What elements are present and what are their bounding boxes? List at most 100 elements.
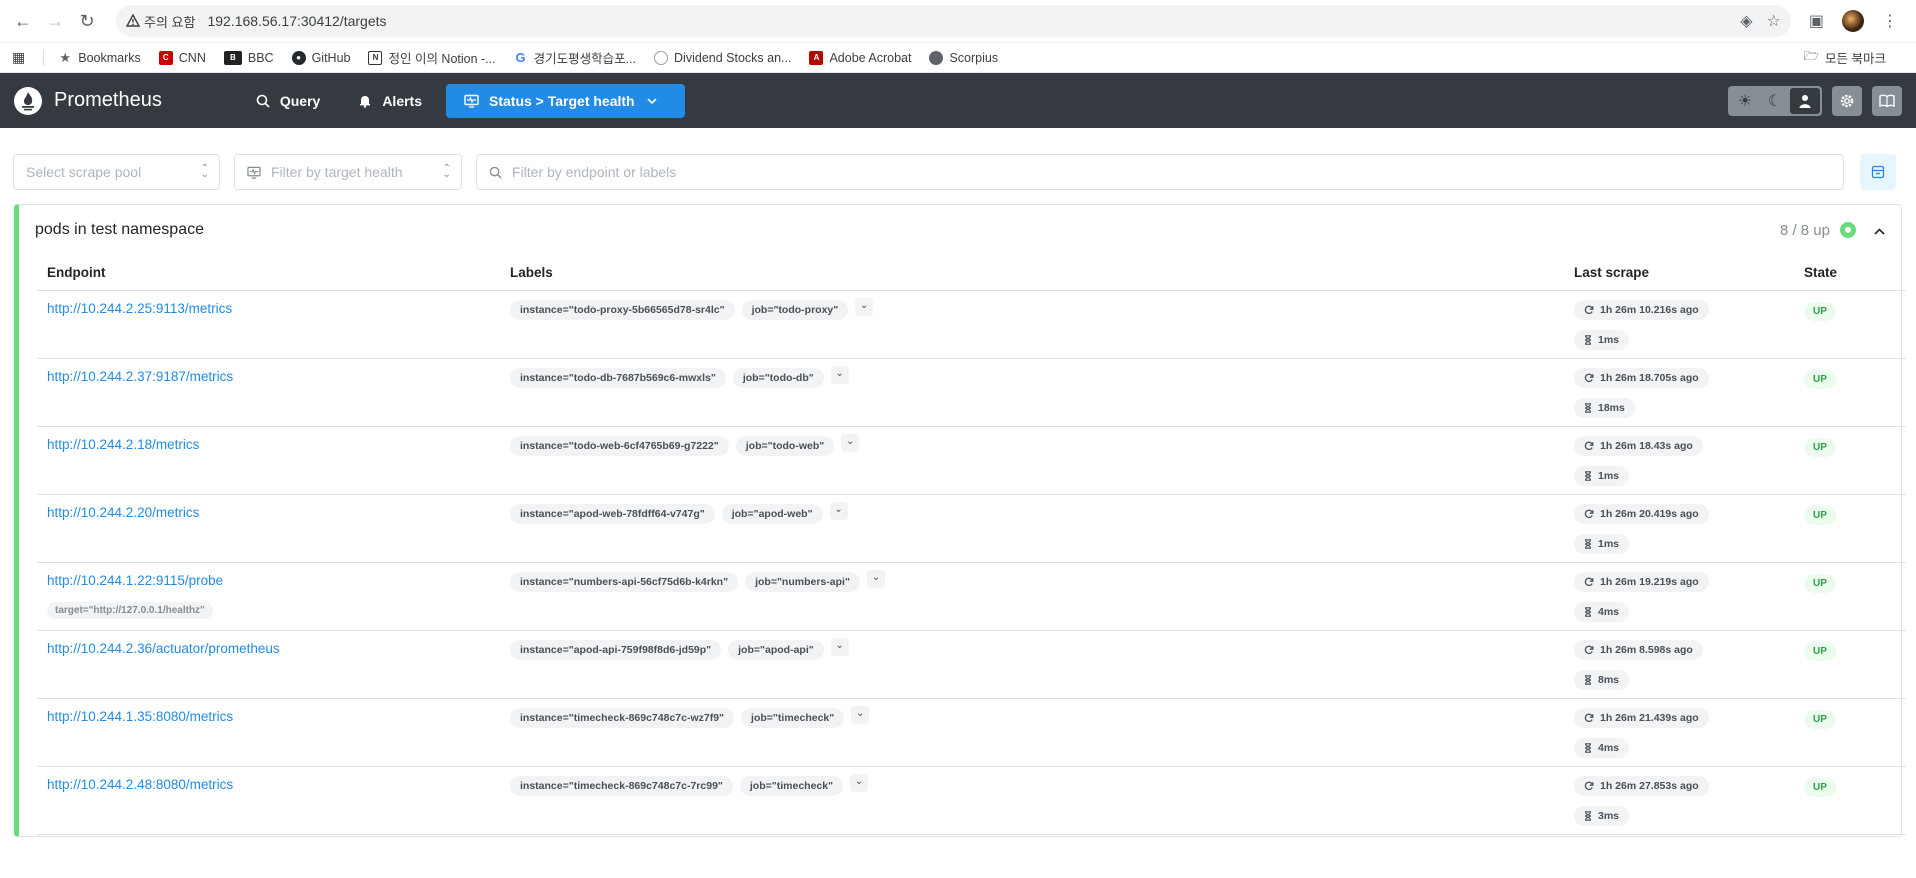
state-cell: UP — [1794, 630, 1906, 699]
endpoint-link[interactable]: http://10.244.2.18/metrics — [47, 437, 490, 452]
bookmark-dividend[interactable]: Dividend Stocks an... — [654, 50, 791, 65]
browser-toolbar: ← → ↻ 주의 요함 192.168.56.17:30412/targets … — [0, 0, 1916, 43]
labels-cell: instance="todo-db-7687b569c6-mwxls" job="… — [500, 358, 1564, 427]
expand-labels-chevron-icon[interactable]: ⌄ — [866, 569, 885, 588]
bookmark-bbc[interactable]: B BBC — [223, 50, 274, 65]
bookmark-notion[interactable]: N 정인 이의 Notion -... — [368, 48, 496, 67]
expand-labels-chevron-icon[interactable]: ⌄ — [841, 433, 860, 452]
expand-labels-chevron-icon[interactable]: ⌄ — [855, 297, 874, 316]
endpoint-link[interactable]: http://10.244.1.35:8080/metrics — [47, 709, 490, 724]
endpoint-link[interactable]: http://10.244.2.20/metrics — [47, 505, 490, 520]
scrape-duration-badge: 3ms — [1574, 805, 1630, 826]
nav-query[interactable]: Query — [242, 84, 334, 118]
expand-labels-chevron-icon[interactable]: ⌄ — [851, 705, 870, 724]
all-bookmarks[interactable]: 🗁 모든 북마크 — [1804, 47, 1887, 68]
expand-labels-chevron-icon[interactable]: ⌄ — [850, 773, 869, 792]
pool-header[interactable]: pods in test namespace 8 / 8 up — [19, 205, 1901, 255]
endpoint-filter-input[interactable]: Filter by endpoint or labels — [476, 154, 1844, 190]
endpoint-cell: http://10.244.2.20/metrics — [37, 494, 500, 563]
cnn-icon: C — [158, 50, 173, 65]
bookmark-cnn[interactable]: C CNN — [158, 50, 206, 65]
hourglass-icon — [1584, 810, 1592, 821]
app-name: Prometheus — [54, 89, 162, 111]
endpoint-cell: http://10.244.1.22:9115/probe target="htt… — [37, 562, 500, 631]
nav-alerts[interactable]: Alerts — [344, 84, 436, 118]
nav-status-dropdown[interactable]: Status > Target health — [446, 83, 685, 118]
forward-icon[interactable]: → — [40, 6, 70, 36]
last-scrape-badge: 1h 26m 21.439s ago — [1574, 707, 1709, 728]
instance-label-badge: instance="timecheck-869c748c7c-7rc99" — [510, 775, 733, 796]
last-scrape-badge: 1h 26m 18.43s ago — [1574, 435, 1703, 456]
status-badge: UP — [1804, 709, 1836, 729]
bookmark-star-icon[interactable]: ☆ — [1767, 11, 1781, 31]
notion-icon: N — [368, 50, 383, 65]
endpoint-link[interactable]: http://10.244.1.22:9115/probe — [47, 573, 490, 588]
endpoint-link[interactable]: http://10.244.2.37:9187/metrics — [47, 369, 490, 384]
column-labels: Labels — [500, 255, 1564, 291]
collapse-all-icon[interactable] — [1860, 154, 1896, 190]
last-scrape-cell: 1h 26m 27.853s ago 3ms — [1564, 766, 1794, 835]
apps-grid-icon[interactable]: ▦ — [12, 49, 25, 66]
refresh-icon — [1584, 305, 1594, 314]
last-scrape-cell: 1h 26m 8.598s ago 8ms — [1564, 630, 1794, 699]
scrape-pool-select[interactable]: Select scrape pool ⌃ ⌄ — [13, 154, 220, 190]
bookmark-github[interactable]: ● GitHub — [291, 50, 350, 65]
bookmark-bookmarks[interactable]: ★ Bookmarks — [58, 49, 140, 65]
targets-table: Endpoint Labels Last scrape State http:/… — [37, 255, 1906, 835]
acrobat-icon: A — [809, 50, 824, 65]
state-cell: UP — [1794, 494, 1906, 563]
url-text[interactable]: 192.168.56.17:30412/targets — [207, 13, 1740, 29]
job-label-badge: job="todo-proxy" — [741, 299, 849, 320]
bookmark-scorpius[interactable]: Scorpius — [929, 50, 998, 65]
translate-icon[interactable]: ◈ — [1740, 11, 1752, 31]
bookmark-gyeonggi[interactable]: G 경기도평생학습포... — [514, 48, 636, 67]
expand-labels-chevron-icon[interactable]: ⌄ — [829, 501, 848, 520]
status-badge: UP — [1804, 573, 1836, 593]
table-header-row: Endpoint Labels Last scrape State — [37, 255, 1906, 291]
table-row: http://10.244.2.48:8080/metrics instance… — [37, 766, 1906, 835]
light-theme-icon[interactable]: ☀ — [1730, 88, 1760, 114]
last-scrape-badge: 1h 26m 27.853s ago — [1574, 775, 1709, 796]
status-up-icon — [1840, 222, 1856, 238]
security-warning-text: 주의 요함 — [144, 14, 196, 30]
table-row: http://10.244.2.20/metrics instance="apo… — [37, 494, 1906, 563]
expand-labels-chevron-icon[interactable]: ⌄ — [830, 365, 849, 384]
instance-label-badge: instance="numbers-api-56cf75d6b-k4rkn" — [510, 571, 739, 592]
scrape-duration-badge: 4ms — [1574, 601, 1630, 622]
refresh-icon — [1584, 645, 1594, 654]
bell-icon — [360, 95, 371, 108]
star-icon: ★ — [59, 49, 72, 65]
endpoint-link[interactable]: http://10.244.2.48:8080/metrics — [47, 777, 490, 792]
state-cell: UP — [1794, 358, 1906, 427]
chevron-up-icon[interactable] — [1874, 222, 1885, 239]
dark-theme-icon[interactable]: ☾ — [1760, 88, 1790, 114]
profile-avatar[interactable] — [1842, 10, 1864, 32]
scrape-pool-card: pods in test namespace 8 / 8 up Endpoint… — [14, 204, 1906, 837]
address-bar[interactable]: 주의 요함 192.168.56.17:30412/targets ◈ ☆ — [116, 5, 1791, 37]
extensions-icon[interactable]: ▣ — [1809, 11, 1824, 31]
auto-theme-icon[interactable] — [1790, 87, 1820, 114]
refresh-icon — [1584, 781, 1594, 790]
labels-cell: instance="timecheck-869c748c7c-7rc99" job… — [500, 766, 1564, 835]
status-badge: UP — [1804, 301, 1836, 321]
status-badge: UP — [1804, 777, 1836, 797]
settings-gear-icon[interactable] — [1832, 85, 1862, 116]
job-label-badge: job="todo-web" — [735, 435, 835, 456]
target-health-select[interactable]: Filter by target health ⌃ ⌄ — [234, 154, 462, 190]
hourglass-icon — [1584, 402, 1592, 413]
endpoint-link[interactable]: http://10.244.2.36/actuator/prometheus — [47, 641, 490, 656]
status-badge: UP — [1804, 641, 1836, 661]
expand-labels-chevron-icon[interactable]: ⌄ — [830, 637, 849, 656]
last-scrape-badge: 1h 26m 18.705s ago — [1574, 367, 1709, 388]
security-warning[interactable]: 주의 요함 — [126, 12, 195, 31]
endpoint-link[interactable]: http://10.244.2.25:9113/metrics — [47, 301, 490, 316]
prometheus-logo[interactable]: Prometheus — [14, 86, 162, 115]
last-scrape-cell: 1h 26m 19.219s ago 4ms — [1564, 562, 1794, 631]
reload-icon[interactable]: ↻ — [72, 6, 102, 36]
back-icon[interactable]: ← — [8, 6, 38, 36]
menu-dots-icon[interactable]: ⋮ — [1882, 11, 1898, 31]
bookmark-acrobat[interactable]: A Adobe Acrobat — [809, 50, 911, 65]
monitor-heart-icon — [464, 94, 479, 108]
folder-icon: 🗁 — [1803, 49, 1820, 63]
docs-book-icon[interactable] — [1872, 85, 1902, 116]
